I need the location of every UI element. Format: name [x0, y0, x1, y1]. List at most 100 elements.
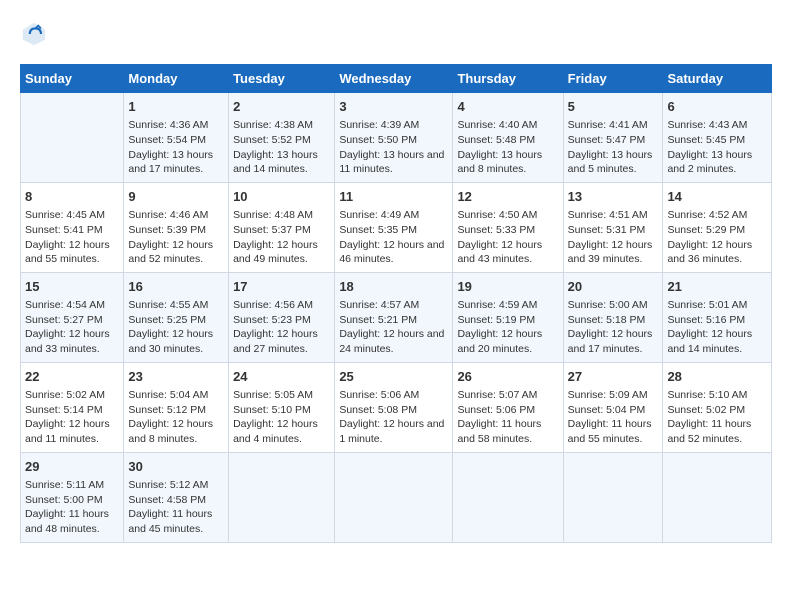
page-header — [20, 20, 772, 48]
calendar-table: SundayMondayTuesdayWednesdayThursdayFrid… — [20, 64, 772, 543]
day-number: 6 — [667, 98, 767, 116]
daylight: Daylight: 12 hours and 55 minutes. — [25, 239, 110, 266]
day-number: 4 — [457, 98, 558, 116]
day-number: 12 — [457, 188, 558, 206]
calendar-cell: 13 Sunrise: 4:51 AM Sunset: 5:31 PM Dayligh… — [563, 182, 663, 272]
sunset: Sunset: 5:00 PM — [25, 494, 103, 506]
sunset: Sunset: 5:54 PM — [128, 134, 206, 146]
daylight: Daylight: 13 hours and 11 minutes. — [339, 149, 444, 176]
daylight: Daylight: 13 hours and 14 minutes. — [233, 149, 318, 176]
calendar-cell: 22Sunrise: 5:02 AMSunset: 5:14 PMDayligh… — [21, 362, 124, 452]
header-sunday: Sunday — [21, 65, 124, 93]
daylight: Daylight: 11 hours and 58 minutes. — [457, 418, 541, 445]
daylight: Daylight: 12 hours and 17 minutes. — [568, 328, 653, 355]
calendar-cell: 17Sunrise: 4:56 AMSunset: 5:23 PMDayligh… — [229, 272, 335, 362]
sunrise: Sunrise: 5:04 AM — [128, 389, 208, 401]
calendar-cell: 1Sunrise: 4:36 AMSunset: 5:54 PMDaylight… — [124, 93, 229, 183]
calendar-week-row: 1Sunrise: 4:36 AMSunset: 5:54 PMDaylight… — [21, 93, 772, 183]
sunset: Sunset: 5:50 PM — [339, 134, 417, 146]
sunrise: Sunrise: 5:10 AM — [667, 389, 747, 401]
calendar-cell — [453, 452, 563, 542]
calendar-header-row: SundayMondayTuesdayWednesdayThursdayFrid… — [21, 65, 772, 93]
daylight: Daylight: 13 hours and 5 minutes. — [568, 149, 653, 176]
calendar-cell — [663, 452, 772, 542]
sunset: Sunset: 5:48 PM — [457, 134, 535, 146]
sunset: Sunset: 5:45 PM — [667, 134, 745, 146]
sunset: Sunset: 5:16 PM — [667, 314, 745, 326]
header-saturday: Saturday — [663, 65, 772, 93]
daylight: Daylight: 12 hours and 8 minutes. — [128, 418, 213, 445]
sunset: Sunset: 5:27 PM — [25, 314, 103, 326]
sunset: Sunset: 5:35 PM — [339, 224, 417, 236]
calendar-cell: 8Sunrise: 4:45 AMSunset: 5:41 PMDaylight… — [21, 182, 124, 272]
sunset: Sunset: 5:47 PM — [568, 134, 646, 146]
sunrise: Sunrise: 4:40 AM — [457, 119, 537, 131]
day-number: 19 — [457, 278, 558, 296]
day-number: 11 — [339, 188, 448, 206]
calendar-cell: 18 Sunrise: 4:57 AM Sunset: 5:21 PM Dayligh… — [335, 272, 453, 362]
daylight: Daylight: 12 hours and 1 minute. — [339, 418, 444, 445]
sunset: Sunset: 5:12 PM — [128, 404, 206, 416]
daylight: Daylight: 12 hours and 46 minutes. — [339, 239, 444, 266]
daylight: Daylight: 12 hours and 43 minutes. — [457, 239, 542, 266]
daylight: Daylight: 12 hours and 24 minutes. — [339, 328, 444, 355]
sunset: Sunset: 5:52 PM — [233, 134, 311, 146]
day-number: 18 — [339, 278, 448, 296]
sunrise: Sunrise: 4:55 AM — [128, 299, 208, 311]
header-monday: Monday — [124, 65, 229, 93]
calendar-cell: 11 Sunrise: 4:49 AM Sunset: 5:35 PM Dayligh… — [335, 182, 453, 272]
day-number: 8 — [25, 188, 119, 206]
sunset: Sunset: 5:31 PM — [568, 224, 646, 236]
sunrise: Sunrise: 4:46 AM — [128, 209, 208, 221]
daylight: Daylight: 12 hours and 27 minutes. — [233, 328, 318, 355]
sunrise: Sunrise: 4:49 AM — [339, 209, 419, 221]
day-number: 10 — [233, 188, 330, 206]
daylight: Daylight: 12 hours and 11 minutes. — [25, 418, 110, 445]
sunrise: Sunrise: 4:39 AM — [339, 119, 419, 131]
sunrise: Sunrise: 4:56 AM — [233, 299, 313, 311]
day-number: 21 — [667, 278, 767, 296]
sunset: Sunset: 5:06 PM — [457, 404, 535, 416]
daylight: Daylight: 12 hours and 39 minutes. — [568, 239, 653, 266]
calendar-cell — [229, 452, 335, 542]
day-number: 26 — [457, 368, 558, 386]
header-thursday: Thursday — [453, 65, 563, 93]
calendar-cell: 30Sunrise: 5:12 AMSunset: 4:58 PMDayligh… — [124, 452, 229, 542]
calendar-cell: 3Sunrise: 4:39 AMSunset: 5:50 PMDaylight… — [335, 93, 453, 183]
calendar-cell: 4Sunrise: 4:40 AMSunset: 5:48 PMDaylight… — [453, 93, 563, 183]
header-wednesday: Wednesday — [335, 65, 453, 93]
sunrise: Sunrise: 5:05 AM — [233, 389, 313, 401]
sunrise: Sunrise: 5:02 AM — [25, 389, 105, 401]
day-number: 2 — [233, 98, 330, 116]
daylight: Daylight: 12 hours and 33 minutes. — [25, 328, 110, 355]
day-number: 13 — [568, 188, 659, 206]
daylight: Daylight: 12 hours and 4 minutes. — [233, 418, 318, 445]
sunrise: Sunrise: 4:48 AM — [233, 209, 313, 221]
calendar-cell: 9Sunrise: 4:46 AMSunset: 5:39 PMDaylight… — [124, 182, 229, 272]
sunset: Sunset: 5:33 PM — [457, 224, 535, 236]
sunrise: Sunrise: 4:59 AM — [457, 299, 537, 311]
daylight: Daylight: 12 hours and 30 minutes. — [128, 328, 213, 355]
daylight: Daylight: 11 hours and 45 minutes. — [128, 508, 212, 535]
calendar-cell: 12Sunrise: 4:50 AMSunset: 5:33 PMDayligh… — [453, 182, 563, 272]
day-number: 9 — [128, 188, 224, 206]
calendar-cell: 26Sunrise: 5:07 AMSunset: 5:06 PMDayligh… — [453, 362, 563, 452]
day-number: 16 — [128, 278, 224, 296]
sunset: Sunset: 5:21 PM — [339, 314, 417, 326]
header-friday: Friday — [563, 65, 663, 93]
calendar-cell — [21, 93, 124, 183]
day-number: 30 — [128, 458, 224, 476]
sunrise: Sunrise: 4:51 AM — [568, 209, 648, 221]
day-number: 5 — [568, 98, 659, 116]
day-number: 25 — [339, 368, 448, 386]
day-number: 1 — [128, 98, 224, 116]
calendar-cell: 21Sunrise: 5:01 AMSunset: 5:16 PMDayligh… — [663, 272, 772, 362]
day-number: 22 — [25, 368, 119, 386]
sunset: Sunset: 5:41 PM — [25, 224, 103, 236]
daylight: Daylight: 13 hours and 2 minutes. — [667, 149, 752, 176]
sunrise: Sunrise: 4:57 AM — [339, 299, 419, 311]
sunrise: Sunrise: 5:01 AM — [667, 299, 747, 311]
calendar-cell: 5Sunrise: 4:41 AMSunset: 5:47 PMDaylight… — [563, 93, 663, 183]
calendar-cell: 27Sunrise: 5:09 AMSunset: 5:04 PMDayligh… — [563, 362, 663, 452]
calendar-cell: 19Sunrise: 4:59 AMSunset: 5:19 PMDayligh… — [453, 272, 563, 362]
